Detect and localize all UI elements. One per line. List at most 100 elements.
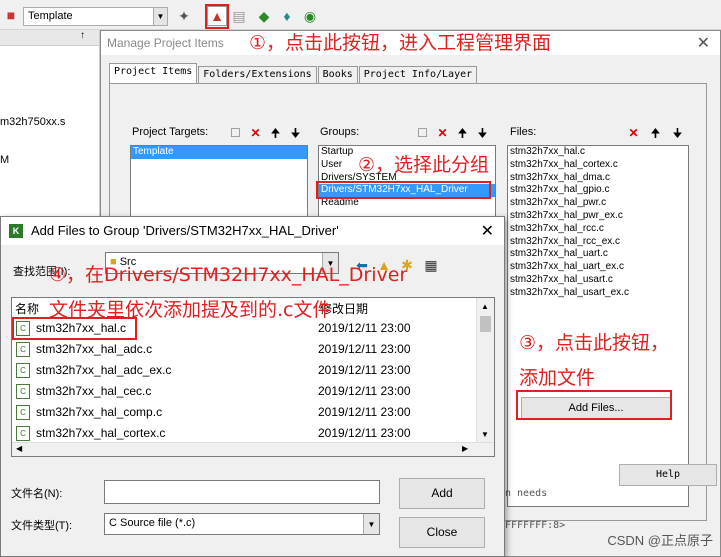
target-options-icon[interactable]: ✦ [174, 6, 194, 26]
annotation-step-3-line1: ③，点击此按钮， [519, 332, 670, 354]
file-name: stm32h7xx_hal_adc_ex.c [36, 363, 172, 377]
file-date: 2019/12/11 23:00 [318, 405, 411, 419]
c-file-icon: C [16, 426, 30, 441]
scroll-down-icon[interactable]: ▼ [481, 430, 489, 439]
list-item[interactable]: stm32h7xx_hal_gpio.c [508, 184, 688, 197]
scroll-left-icon[interactable]: ◀ [16, 444, 22, 453]
close-icon[interactable]: ✕ [481, 221, 494, 241]
annotation-step-3-line2: 添加文件 [519, 367, 596, 389]
move-up-icon[interactable]: 🠉 [267, 124, 284, 141]
manage-tabs: Project Items Folders/Extensions Books P… [109, 63, 478, 84]
manage-runtime-icon[interactable]: ♦ [277, 6, 297, 26]
column-name-header[interactable]: 名称 [15, 300, 39, 317]
close-icon[interactable]: ✕ [697, 33, 710, 53]
chevron-down-icon: ▼ [153, 8, 167, 25]
list-item[interactable]: stm32h7xx_hal.c [508, 146, 688, 159]
filename-input[interactable] [104, 480, 380, 504]
sidebar-file-label[interactable]: m32h750xx.s [0, 116, 65, 128]
groups-label: Groups: [320, 126, 360, 138]
list-item[interactable]: Template [131, 146, 307, 159]
list-item[interactable]: stm32h7xx_hal_rcc.c [508, 223, 688, 236]
group-selection-highlight [316, 181, 491, 199]
view-menu-icon[interactable]: ▦ [421, 255, 441, 275]
delete-group-icon[interactable]: ✕ [434, 124, 451, 141]
scroll-up-icon[interactable]: ▲ [481, 302, 489, 311]
vertical-scrollbar[interactable]: ▲ ▼ [476, 298, 494, 442]
add-dialog-titlebar: K Add Files to Group 'Drivers/STM32H7xx_… [1, 217, 504, 245]
tab-project-info[interactable]: Project Info/Layer [358, 66, 478, 83]
move-down-icon[interactable]: 🠋 [287, 124, 304, 141]
file-date: 2019/12/11 23:00 [318, 384, 411, 398]
build-icon[interactable]: ■ [1, 5, 21, 25]
help-button[interactable]: Help [619, 464, 717, 486]
horizontal-scrollbar[interactable]: ◀ ▶ [12, 442, 494, 456]
annotation-step-4-line2: 文件夹里依次添加提及到的.c文件 [49, 299, 332, 321]
file-row[interactable]: C stm32h7xx_hal_cortex.c 2019/12/11 23:0… [12, 423, 474, 444]
c-file-icon: C [16, 384, 30, 399]
pin-icon[interactable]: ↑ [80, 30, 85, 41]
c-file-icon: C [16, 342, 30, 357]
file-name: stm32h7xx_hal_adc.c [36, 342, 153, 356]
file-row[interactable]: C stm32h7xx_hal_adc_ex.c 2019/12/11 23:0… [12, 360, 474, 381]
scroll-right-icon[interactable]: ▶ [462, 444, 468, 453]
move-up-icon[interactable]: 🠉 [454, 124, 471, 141]
file-row[interactable]: C stm32h7xx_hal_comp.c 2019/12/11 23:00 [12, 402, 474, 423]
add-dialog-title: Add Files to Group 'Drivers/STM32H7xx_HA… [31, 223, 339, 238]
target-select[interactable]: Template ▼ [23, 7, 168, 26]
file-date: 2019/12/11 23:00 [318, 426, 411, 440]
select-packs-icon[interactable]: ◆ [254, 6, 274, 26]
scroll-thumb[interactable] [480, 316, 491, 332]
list-item[interactable]: stm32h7xx_hal_uart.c [508, 248, 688, 261]
file-name: stm32h7xx_hal_comp.c [36, 405, 163, 419]
targets-label: Project Targets: [132, 126, 209, 138]
move-down-icon[interactable]: 🠋 [669, 124, 686, 141]
annotation-step-1: ①，点击此按钮，进入工程管理界面 [249, 32, 552, 54]
keil-app-icon: K [9, 224, 23, 238]
list-item[interactable]: Readme [319, 197, 495, 210]
pack-installer-icon[interactable]: ◉ [300, 6, 320, 26]
new-group-icon[interactable]: ☐ [414, 124, 431, 141]
file-extensions-icon[interactable]: ▤ [229, 6, 249, 26]
file-date: 2019/12/11 23:00 [318, 363, 411, 377]
files-label: Files: [510, 126, 537, 138]
watermark: CSDN @正点原子 [607, 533, 713, 548]
delete-file-icon[interactable]: ✕ [625, 124, 642, 141]
list-item[interactable]: stm32h7xx_hal_cortex.c [508, 159, 688, 172]
add-button[interactable]: Add [399, 478, 485, 509]
new-target-icon[interactable]: ☐ [227, 124, 244, 141]
tab-folders-extensions[interactable]: Folders/Extensions [198, 66, 317, 83]
list-item[interactable]: stm32h7xx_hal_pwr_ex.c [508, 210, 688, 223]
annotation-step-4-line1: ④，在Drivers/STM32H7xx_HAL_Driver [49, 264, 408, 286]
filetype-select[interactable]: C Source file (*.c) ▼ [104, 513, 380, 535]
sidebar-header: ↑ [0, 30, 99, 46]
file-name: stm32h7xx_hal_cortex.c [36, 426, 166, 440]
c-file-icon: C [16, 363, 30, 378]
tab-project-items[interactable]: Project Items [109, 63, 198, 83]
ide-toolbar: ■ Template ▼ ✦ ▲ ▤ ◆ ♦ ◉ [0, 0, 721, 30]
list-item[interactable]: stm32h7xx_hal_uart_ex.c [508, 261, 688, 274]
filetype-label: 文件类型(T): [11, 520, 73, 532]
bg-code-line: n needs [505, 488, 548, 499]
bg-code-line: FFFFFFF:8> [505, 520, 566, 531]
close-button[interactable]: Close [399, 517, 485, 548]
file-row[interactable]: C stm32h7xx_hal_cec.c 2019/12/11 23:00 [12, 381, 474, 402]
filetype-value: C Source file (*.c) [109, 517, 196, 529]
files-list[interactable]: stm32h7xx_hal.c stm32h7xx_hal_cortex.c s… [507, 145, 689, 507]
list-item[interactable]: stm32h7xx_hal_usart.c [508, 274, 688, 287]
sidebar-m-label: M [0, 154, 10, 166]
move-down-icon[interactable]: 🠋 [474, 124, 491, 141]
annotation-step-2: ②，选择此分组 [358, 154, 490, 176]
c-file-icon: C [16, 405, 30, 420]
tab-books[interactable]: Books [317, 66, 358, 83]
manage-dialog-title: Manage Project Items [107, 36, 224, 50]
file-row[interactable]: C stm32h7xx_hal_adc.c 2019/12/11 23:00 [12, 339, 474, 360]
move-up-icon[interactable]: 🠉 [647, 124, 664, 141]
manage-button-highlight [205, 4, 229, 29]
file-date: 2019/12/11 23:00 [318, 321, 411, 335]
list-item[interactable]: stm32h7xx_hal_usart_ex.c [508, 287, 688, 300]
list-item[interactable]: stm32h7xx_hal_dma.c [508, 172, 688, 185]
delete-target-icon[interactable]: ✕ [247, 124, 264, 141]
list-item[interactable]: stm32h7xx_hal_rcc_ex.c [508, 236, 688, 249]
file-date: 2019/12/11 23:00 [318, 342, 411, 356]
list-item[interactable]: stm32h7xx_hal_pwr.c [508, 197, 688, 210]
